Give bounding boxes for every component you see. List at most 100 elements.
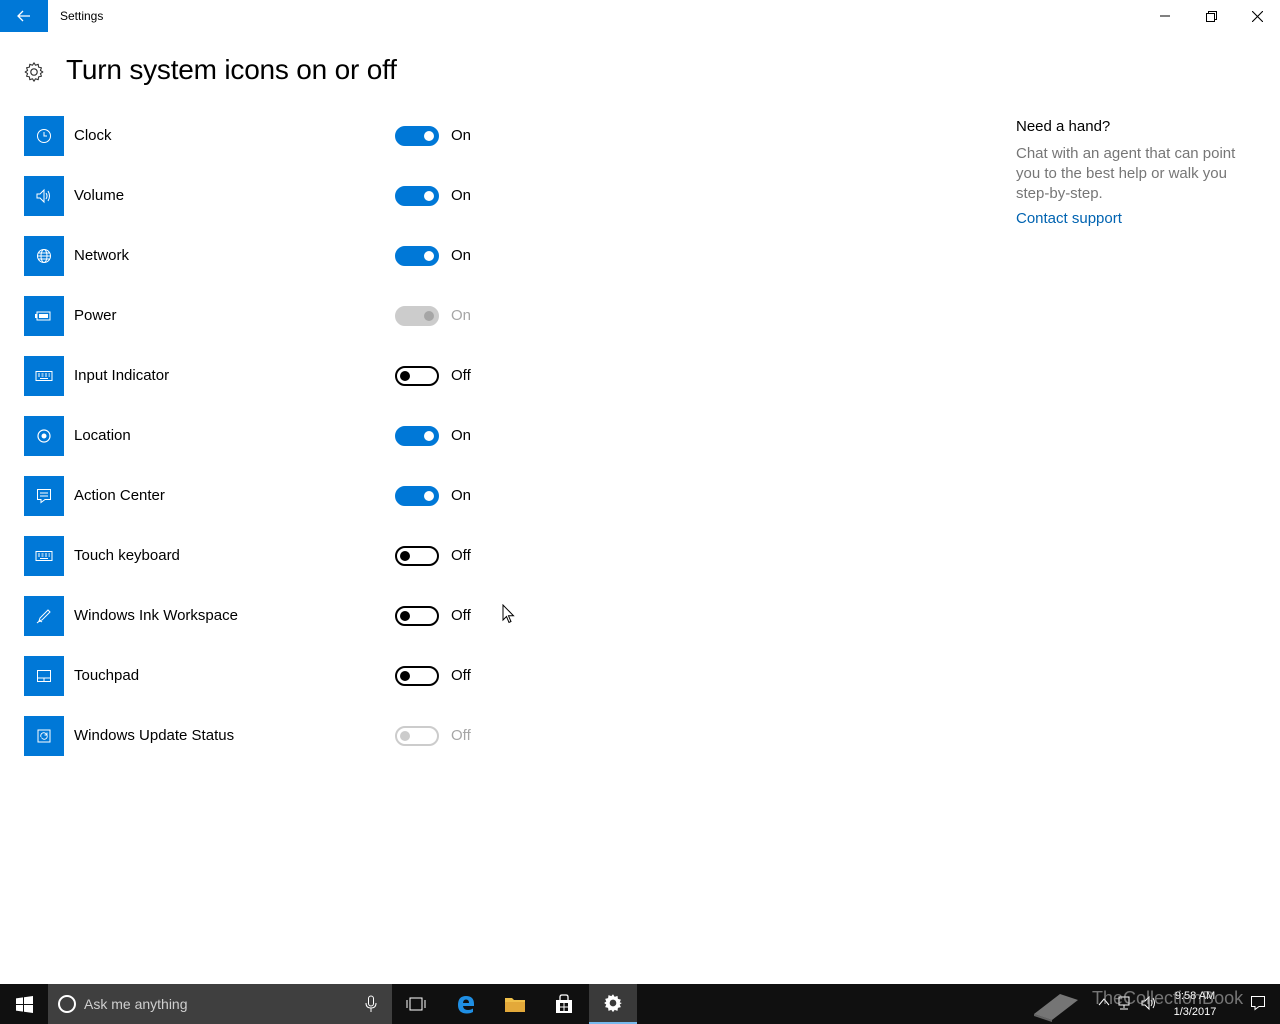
clock-toggle[interactable]: [395, 126, 439, 146]
toggle-knob: [400, 551, 410, 561]
list-item-network: Network On: [24, 236, 504, 296]
location-icon: [24, 416, 64, 456]
help-panel: Need a hand? Chat with an agent that can…: [1016, 118, 1256, 227]
list-item-windows-update-status: Windows Update Status Off: [24, 716, 504, 776]
windows-update-status-toggle[interactable]: [395, 726, 439, 746]
toggle-knob: [400, 671, 410, 681]
network-tray-icon[interactable]: [1116, 995, 1132, 1011]
store-icon: [556, 994, 572, 1013]
search-box[interactable]: Ask me anything: [48, 984, 392, 1024]
touchpad-icon: [24, 656, 64, 696]
toggle-knob: [424, 431, 434, 441]
task-view-button[interactable]: [392, 984, 440, 1024]
back-button[interactable]: [0, 0, 48, 32]
list-item-input-indicator: Input Indicator Off: [24, 356, 504, 416]
toggle-knob: [400, 731, 410, 741]
update-icon: [24, 716, 64, 756]
action-center-toggle[interactable]: [395, 486, 439, 506]
touch-keyboard-toggle[interactable]: [395, 546, 439, 566]
window-title: Settings: [60, 9, 104, 23]
toggle-state: On: [451, 307, 472, 324]
toggle-state: Off: [451, 667, 471, 684]
windows-logo-icon: [15, 995, 33, 1013]
edge-icon: [458, 996, 474, 1014]
toggle-knob: [424, 311, 434, 321]
toggle-state: Off: [451, 727, 471, 744]
item-label: Power: [74, 307, 117, 324]
toggle-state: Off: [451, 607, 471, 624]
toggle-knob: [424, 251, 434, 261]
chevron-up-icon[interactable]: [1098, 997, 1110, 1007]
item-label: Location: [74, 427, 131, 444]
list-item-touch-keyboard: Touch keyboard Off: [24, 536, 504, 596]
cortana-icon: [58, 995, 76, 1013]
item-label: Input Indicator: [74, 367, 170, 384]
item-label: Volume: [74, 187, 125, 204]
item-label: Touch keyboard: [74, 547, 180, 564]
settings-app-button[interactable]: [589, 984, 637, 1024]
keyboard-icon: [24, 356, 64, 396]
input-indicator-toggle[interactable]: [395, 366, 439, 386]
minimize-button[interactable]: [1142, 0, 1188, 32]
item-label: Action Center: [74, 487, 165, 504]
folder-icon: [505, 998, 525, 1012]
toggle-state: On: [451, 487, 472, 504]
mouse-cursor-icon: [502, 604, 515, 624]
item-label: Clock: [74, 127, 112, 144]
time-text: 9:58 AM: [1174, 990, 1216, 1002]
clock-display[interactable]: 9:58 AM 1/3/2017: [1150, 988, 1240, 1020]
list-item-volume: Volume On: [24, 176, 504, 236]
volume-icon: [24, 176, 64, 216]
toggle-knob: [424, 191, 434, 201]
toggle-knob: [424, 131, 434, 141]
item-label: Windows Ink Workspace: [74, 607, 238, 624]
title-bar: Settings: [0, 0, 1280, 32]
gear-icon: [24, 62, 44, 82]
globe-icon: [24, 236, 64, 276]
item-label: Network: [74, 247, 130, 264]
toggle-state: On: [451, 187, 472, 204]
restore-button[interactable]: [1188, 0, 1234, 32]
list-item-action-center: Action Center On: [24, 476, 504, 536]
clock-icon: [24, 116, 64, 156]
date-text: 1/3/2017: [1173, 1006, 1217, 1018]
list-item-location: Location On: [24, 416, 504, 476]
power-toggle[interactable]: [395, 306, 439, 326]
close-button[interactable]: [1234, 0, 1280, 32]
help-title: Need a hand?: [1016, 118, 1111, 135]
taskbar: Ask me anything 9:58 AM 1/3/2017: [0, 984, 1280, 1024]
file-explorer-button[interactable]: [491, 984, 539, 1024]
microphone-icon[interactable]: [364, 994, 378, 1014]
battery-icon: [24, 296, 64, 336]
list-item-power: Power On: [24, 296, 504, 356]
toggle-knob: [400, 371, 410, 381]
toggle-state: On: [451, 427, 472, 444]
task-view-icon: [406, 997, 426, 1011]
volume-toggle[interactable]: [395, 186, 439, 206]
toggle-knob: [424, 491, 434, 501]
gear-icon: [604, 994, 622, 1013]
item-label: Touchpad: [74, 667, 140, 684]
windows-ink-toggle[interactable]: [395, 606, 439, 626]
toggle-state: On: [451, 127, 472, 144]
network-toggle[interactable]: [395, 246, 439, 266]
notifications-icon[interactable]: [1250, 995, 1266, 1011]
minimize-icon: [1160, 15, 1170, 17]
list-item-windows-ink: Windows Ink Workspace Off: [24, 596, 504, 656]
list-item-touchpad: Touchpad Off: [24, 656, 504, 716]
touchpad-toggle[interactable]: [395, 666, 439, 686]
keyboard-icon: [24, 536, 64, 576]
toggle-knob: [400, 611, 410, 621]
toggle-state: On: [451, 247, 472, 264]
search-placeholder: Ask me anything: [84, 996, 188, 1012]
edge-button[interactable]: [442, 984, 490, 1024]
store-button[interactable]: [540, 984, 588, 1024]
back-arrow-icon: [17, 10, 30, 22]
contact-support-link[interactable]: Contact support: [1016, 210, 1256, 227]
start-button[interactable]: [0, 984, 48, 1024]
action-center-icon: [24, 476, 64, 516]
system-icons-list: Clock On Volume On Network On Power On I…: [24, 116, 504, 776]
location-toggle[interactable]: [395, 426, 439, 446]
item-label: Windows Update Status: [74, 727, 235, 744]
close-icon: [1251, 10, 1263, 22]
